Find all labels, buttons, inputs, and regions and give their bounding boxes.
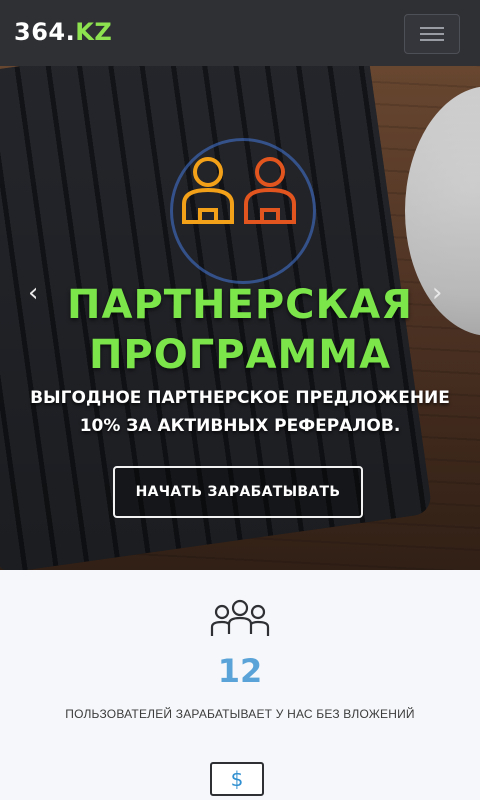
hero-title: ПАРТНЕРСКАЯ ПРОГРАММА — [0, 280, 480, 380]
hero-subtitle-line1: ВЫГОДНОЕ ПАРТНЕРСКОЕ ПРЕДЛОЖЕНИЕ — [30, 388, 450, 408]
logo-accent: KZ — [75, 18, 113, 46]
site-logo[interactable]: 364.KZ — [14, 18, 112, 46]
hero-subtitle-line2: 10% ЗА АКТИВНЫХ РЕФЕРАЛОВ. — [79, 416, 401, 436]
hamburger-menu-icon-bar — [420, 33, 444, 35]
hero-carousel: ‹ › ПАРТНЕРСКАЯ ПРОГРАММА ВЫГОДНОЕ ПАРТН… — [0, 66, 480, 570]
partners-icon — [182, 157, 296, 224]
users-count: 12 — [217, 652, 263, 690]
hero-title-line2: ПРОГРАММА — [88, 332, 392, 378]
logo-main: 364. — [14, 18, 76, 46]
hamburger-menu-button[interactable] — [404, 14, 460, 54]
hero-title-line1: ПАРТНЕРСКАЯ — [67, 282, 413, 328]
hamburger-menu-icon-bar — [420, 39, 444, 41]
start-earning-button[interactable]: НАЧАТЬ ЗАРАБАТЫВАТЬ — [113, 466, 363, 518]
hamburger-menu-icon — [420, 27, 444, 29]
hero-subtitle: ВЫГОДНОЕ ПАРТНЕРСКОЕ ПРЕДЛОЖЕНИЕ 10% ЗА … — [0, 384, 480, 440]
users-icon — [210, 599, 270, 636]
navbar: 364.KZ — [0, 0, 480, 66]
money-icon: $ — [210, 762, 264, 796]
users-count-description: ПОЛЬЗОВАТЕЛЕЙ ЗАРАБАТЫВАЕТ У НАС БЕЗ ВЛО… — [65, 707, 415, 721]
